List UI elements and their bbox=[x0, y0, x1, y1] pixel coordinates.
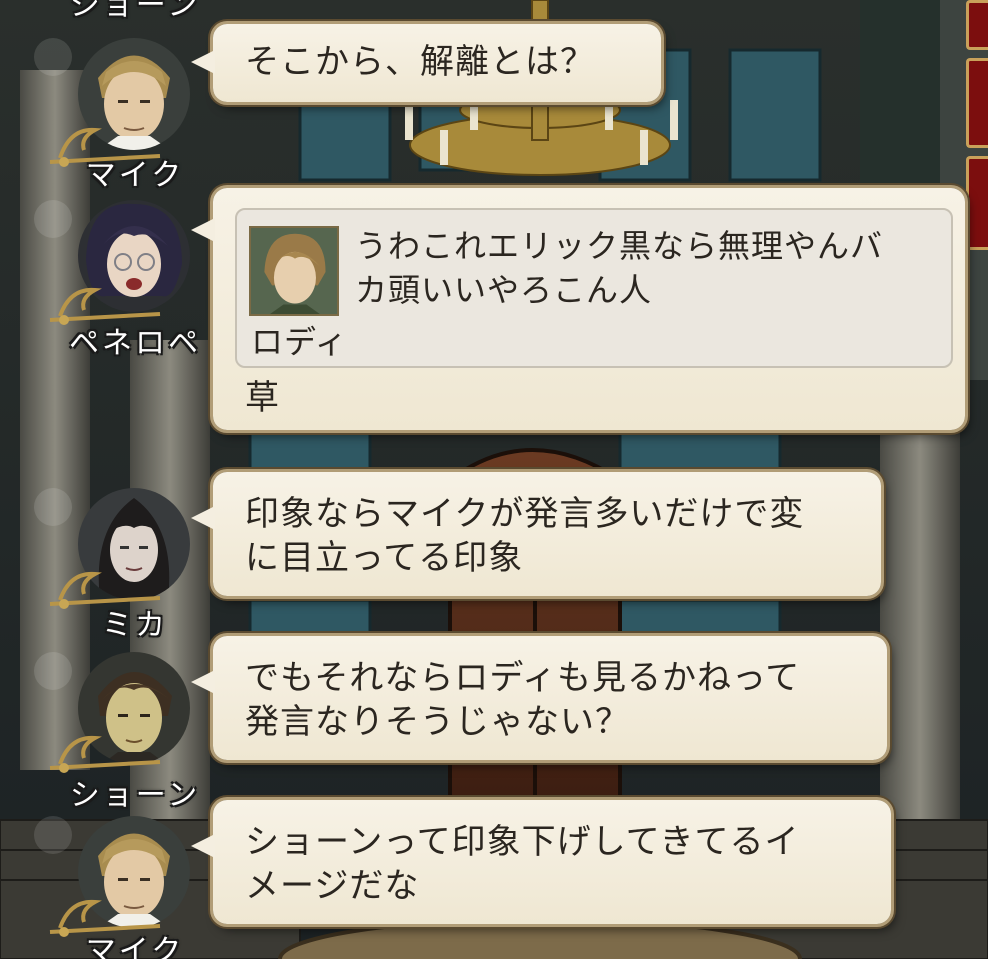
quoted-speaker-name: ロディ bbox=[251, 323, 348, 361]
sean-portrait bbox=[78, 652, 190, 764]
bubble-tail bbox=[191, 506, 215, 530]
penelope-portrait bbox=[78, 200, 190, 312]
quoted-message-text: うわこれエリック黒なら無理やんバ カ頭いいやろこん人 bbox=[355, 227, 884, 309]
chat-bubble[interactable]: うわこれエリック黒なら無理やんバ カ頭いいやろこん人 ロディ 草 bbox=[191, 188, 965, 430]
avatar-sean[interactable]: ショーン bbox=[34, 652, 210, 813]
message-text: でもそれならロディも見るかねって 発言なりそうじゃない？ bbox=[245, 658, 801, 742]
mika-portrait bbox=[78, 488, 190, 600]
chat-bubble[interactable]: でもそれならロディも見るかねって 発言なりそうじゃない？ bbox=[191, 636, 887, 760]
message-text: ショーンって印象下げしてきてるイ メージだな bbox=[245, 822, 800, 906]
speaker-name: マイク bbox=[85, 934, 185, 959]
side-menu-tab[interactable] bbox=[966, 156, 988, 250]
chat-bubble[interactable]: 印象ならマイクが発言多いだけで変 に目立ってる印象 bbox=[191, 472, 881, 596]
side-menu-tab[interactable] bbox=[966, 58, 988, 148]
message-text: 草 bbox=[245, 378, 280, 418]
side-menu-tab[interactable] bbox=[966, 0, 988, 50]
bubble-tail bbox=[191, 834, 215, 858]
message-text: そこから、解離とは？ bbox=[245, 42, 595, 82]
chat-bubble[interactable]: ショーンって印象下げしてきてるイ メージだな bbox=[191, 800, 891, 924]
speaker-name: ショーン bbox=[69, 778, 201, 813]
speaker-name: ミカ bbox=[102, 608, 168, 643]
speaker-name: ショーン bbox=[69, 0, 201, 23]
quoted-message[interactable]: うわこれエリック黒なら無理やんバ カ頭いいやろこん人 ロディ bbox=[235, 208, 953, 368]
mike-portrait bbox=[78, 38, 190, 150]
avatar-mike[interactable]: マイク bbox=[34, 816, 210, 959]
avatar-sean-partial: ショーン bbox=[40, 0, 210, 30]
bubble-tail bbox=[191, 218, 215, 242]
bubble-tail bbox=[191, 670, 215, 694]
message-text: 印象ならマイクが発言多いだけで変 に目立ってる印象 bbox=[245, 494, 805, 578]
mike-portrait bbox=[78, 816, 190, 928]
avatar-penelope[interactable]: ペネロペ bbox=[34, 200, 210, 361]
avatar-mika[interactable]: ミカ bbox=[34, 488, 210, 648]
avatar-mike[interactable]: マイク bbox=[34, 38, 210, 198]
speaker-name: ペネロペ bbox=[69, 326, 201, 361]
chat-bubble[interactable]: そこから、解離とは？ bbox=[191, 24, 661, 102]
speaker-name: マイク bbox=[85, 158, 185, 193]
rody-portrait bbox=[249, 226, 339, 316]
bubble-tail bbox=[191, 50, 215, 74]
